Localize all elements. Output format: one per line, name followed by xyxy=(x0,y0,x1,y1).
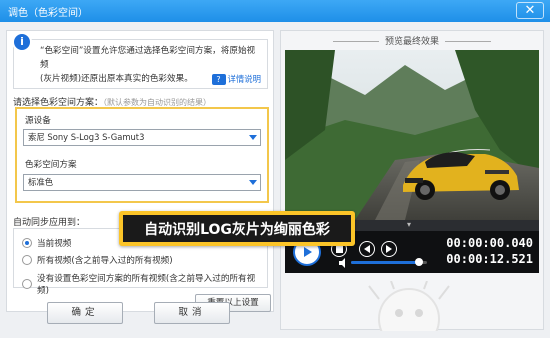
video-frame-image xyxy=(285,50,539,220)
radio-selected[interactable] xyxy=(22,238,32,248)
preview-title: 预览最终效果 xyxy=(281,34,543,47)
chevron-down-icon xyxy=(249,180,257,185)
stop-icon xyxy=(335,245,343,253)
help-icon: ? xyxy=(211,73,226,85)
timecode-current: 00:00:00.040 xyxy=(446,236,533,250)
timecode-total: 00:00:12.521 xyxy=(446,252,533,266)
cancel-button[interactable]: 取消 xyxy=(154,302,230,324)
prev-icon xyxy=(364,245,370,253)
chevron-down-icon xyxy=(249,135,257,140)
volume-slider[interactable] xyxy=(351,258,427,266)
callout-text: 自动识别LOG灰片为绚丽色彩 xyxy=(123,215,351,242)
window-title: 调色（色彩空间） xyxy=(8,8,88,19)
volume-icon xyxy=(339,258,345,268)
chevron-down-icon: ▾ xyxy=(407,220,412,229)
close-icon: ✕ xyxy=(524,3,536,18)
settings-panel: i “色彩空间”设置允许您通过选择色彩空间方案，将原始视频 (灰片视频)还原出原… xyxy=(6,30,274,312)
colorspace-select[interactable]: 标准色 xyxy=(23,174,261,191)
info-box: i “色彩空间”设置允许您通过选择色彩空间方案，将原始视频 (灰片视频)还原出原… xyxy=(12,32,268,89)
video-preview[interactable] xyxy=(285,50,539,220)
sync-option-current[interactable]: 当前视频 xyxy=(22,237,71,249)
info-icon: i xyxy=(12,32,32,52)
sync-option-label: 所有视频(含之前导入过的所有视频) xyxy=(37,256,173,266)
scheme-highlight-box: 源设备 索尼 Sony S-Log3 S-Gamut3 色彩空间方案 标准色 xyxy=(15,107,269,203)
sync-option-unset[interactable]: 没有设置色彩空间方案的所有视频(含之前导入过的所有视频) xyxy=(22,272,267,296)
volume-fill xyxy=(351,261,420,264)
play-icon xyxy=(304,247,312,257)
colorspace-select-value: 标准色 xyxy=(28,177,54,187)
dialog-body: i “色彩空间”设置允许您通过选择色彩空间方案，将原始视频 (灰片视频)还原出原… xyxy=(0,22,550,338)
device-select[interactable]: 索尼 Sony S-Log3 S-Gamut3 xyxy=(23,129,261,146)
mascot-illustration xyxy=(368,281,450,331)
volume-knob[interactable] xyxy=(415,258,424,266)
device-label: 源设备 xyxy=(25,116,51,126)
preview-panel: 预览最终效果 ▾ 00:00:00.040 00:00:12.521 xyxy=(280,30,544,331)
next-frame-button[interactable] xyxy=(381,241,397,257)
title-bar: 调色（色彩空间） ✕ xyxy=(0,0,550,22)
sync-option-label: 当前视频 xyxy=(37,239,72,249)
colorspace-label: 色彩空间方案 xyxy=(25,160,77,170)
ok-button[interactable]: 确定 xyxy=(47,302,123,324)
sync-label: 自动同步应用到： xyxy=(13,218,86,228)
sync-option-label: 没有设置色彩空间方案的所有视频(含之前导入过的所有视频) xyxy=(37,274,256,296)
detail-link-label: 详情说明 xyxy=(227,74,262,84)
scheme-hint: （默认参数为自动识别的结果） xyxy=(103,98,212,107)
detail-link[interactable]: ? 详情说明 xyxy=(211,72,262,86)
radio-unselected[interactable] xyxy=(22,279,32,289)
info-text-line1: “色彩空间”设置允许您通过选择色彩空间方案，将原始视频 xyxy=(40,46,256,70)
radio-unselected[interactable] xyxy=(22,255,32,265)
device-select-value: 索尼 Sony S-Log3 S-Gamut3 xyxy=(28,132,145,142)
feature-callout: 自动识别LOG灰片为绚丽色彩 xyxy=(119,211,355,246)
prev-frame-button[interactable] xyxy=(359,241,375,257)
close-button[interactable]: ✕ xyxy=(516,2,544,19)
next-icon xyxy=(386,245,392,253)
sync-option-all[interactable]: 所有视频(含之前导入过的所有视频) xyxy=(22,254,173,266)
